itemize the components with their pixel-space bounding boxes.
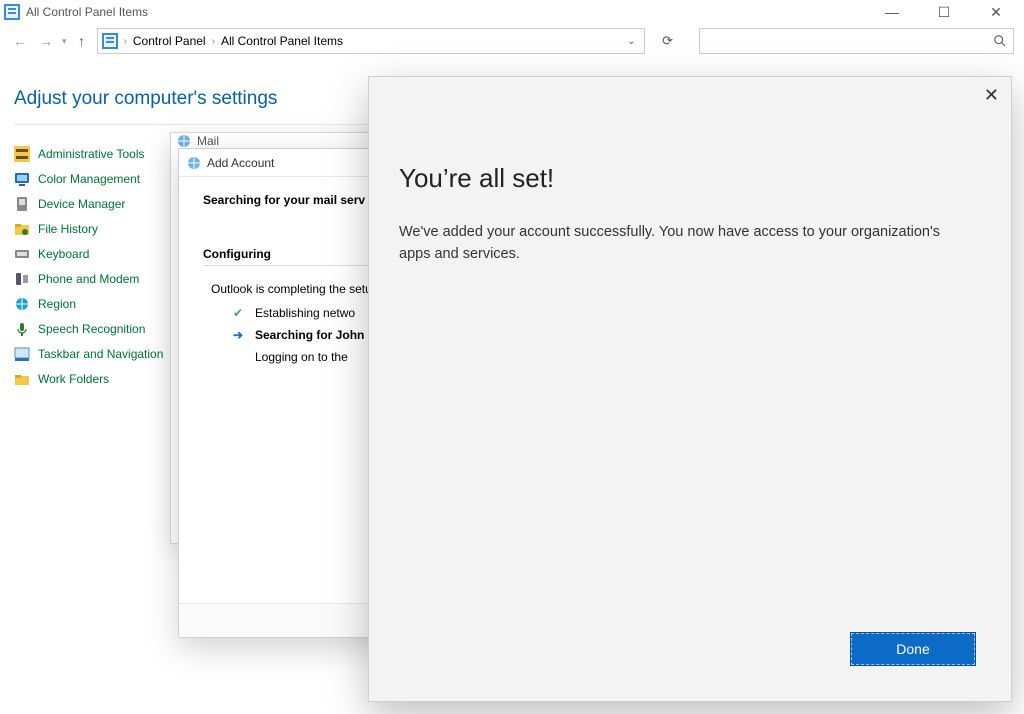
nav-back-button[interactable]: ← (10, 31, 30, 51)
address-bar[interactable]: › Control Panel › All Control Panel Item… (97, 28, 645, 54)
search-input[interactable] (699, 28, 1014, 54)
microphone-icon (14, 321, 30, 337)
address-dropdown-icon[interactable]: ⌄ (627, 36, 639, 47)
control-panel-icon (4, 4, 20, 20)
check-icon: ✔ (231, 306, 245, 320)
cp-item-label: Taskbar and Navigation (38, 347, 163, 361)
step-label: Searching for John (255, 328, 364, 342)
breadcrumb-sep-icon: › (212, 36, 215, 47)
monitor-icon (14, 171, 30, 187)
phone-icon (14, 271, 30, 287)
breadcrumb-root[interactable]: Control Panel (133, 34, 206, 48)
window-close-button[interactable]: ✕ (982, 4, 1010, 21)
taskbar-icon (14, 346, 30, 362)
close-button[interactable]: ✕ (984, 85, 999, 106)
cp-item-label: Device Manager (38, 197, 125, 211)
tools-icon (14, 146, 30, 162)
window-maximize-button[interactable]: ☐ (930, 4, 958, 21)
folder-icon (14, 371, 30, 387)
allset-dialog: ✕ You’re all set! We've added your accou… (368, 76, 1012, 702)
cp-item-label: Color Management (38, 172, 140, 186)
search-icon (993, 34, 1007, 48)
allset-title: You’re all set! (399, 163, 981, 194)
cp-item-label: File History (38, 222, 98, 236)
cp-item-label: Keyboard (38, 247, 89, 261)
folder-history-icon (14, 221, 30, 237)
cp-item-label: Phone and Modem (38, 272, 139, 286)
refresh-button[interactable]: ⟳ (655, 28, 681, 54)
window-minimize-button[interactable]: — (878, 4, 906, 21)
window-title: All Control Panel Items (26, 5, 148, 19)
control-panel-icon (102, 33, 118, 49)
mail-window-title: Mail (197, 134, 219, 148)
arrow-right-icon: ➔ (231, 328, 245, 342)
nav-up-button[interactable]: ↑ (73, 33, 91, 49)
breadcrumb-sep-icon: › (124, 36, 127, 47)
window-titlebar: All Control Panel Items — ☐ ✕ (0, 0, 1024, 24)
keyboard-icon (14, 246, 30, 262)
breadcrumb-current[interactable]: All Control Panel Items (221, 34, 343, 48)
globe-icon (14, 296, 30, 312)
globe-icon (177, 134, 191, 148)
nav-toolbar: ← → ▾ ↑ › Control Panel › All Control Pa… (0, 24, 1024, 58)
device-icon (14, 196, 30, 212)
step-label: Establishing netwo (255, 306, 355, 320)
done-button[interactable]: Done (851, 633, 975, 665)
allset-body-text: We've added your account successfully. Y… (399, 222, 959, 266)
nav-history-dropdown[interactable]: ▾ (62, 36, 67, 47)
cp-item-label: Speech Recognition (38, 322, 145, 336)
cp-item-label: Region (38, 297, 76, 311)
nav-forward-button[interactable]: → (36, 31, 56, 51)
cp-item-label: Administrative Tools (38, 147, 145, 161)
add-account-title: Add Account (207, 156, 274, 170)
cp-item-label: Work Folders (38, 372, 109, 386)
step-label: Logging on to the (255, 350, 348, 364)
globe-icon (187, 156, 201, 170)
